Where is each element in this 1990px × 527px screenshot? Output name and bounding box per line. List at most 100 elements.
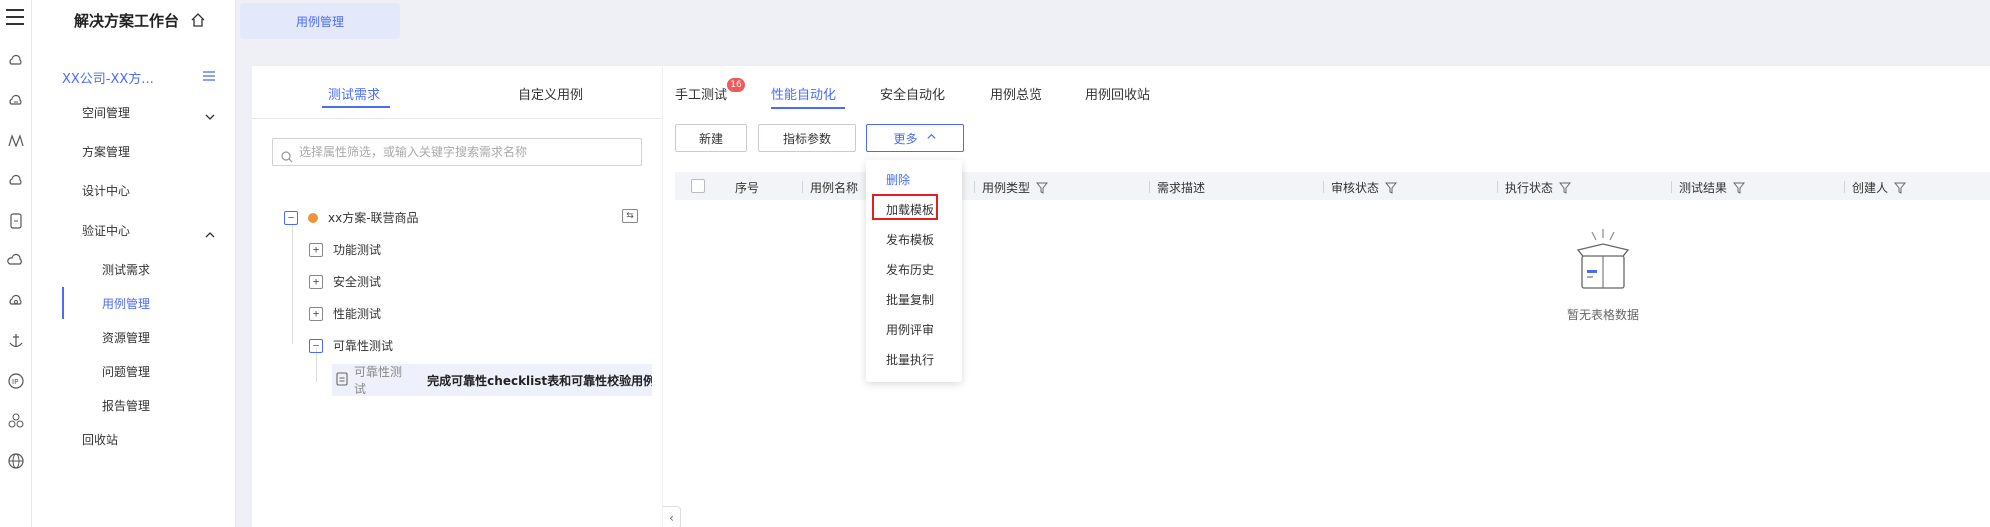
- menu-icon[interactable]: [6, 9, 24, 25]
- status-dot: [308, 212, 318, 223]
- nav-sub-cases[interactable]: 用例管理: [102, 295, 150, 312]
- col-review-status[interactable]: 审核状态: [1323, 179, 1398, 196]
- collapse-panel-button[interactable]: ‹: [663, 506, 681, 527]
- nav-sub-issues[interactable]: 问题管理: [102, 363, 150, 380]
- col-case-type[interactable]: 用例类型: [974, 179, 1049, 196]
- cloud-gear-icon[interactable]: [7, 292, 25, 310]
- tab-case-management[interactable]: 用例管理: [240, 3, 400, 39]
- col-test-result[interactable]: 测试结果: [1671, 179, 1746, 196]
- select-all-checkbox[interactable]: [691, 179, 705, 193]
- tab-case-overview[interactable]: 用例总览: [990, 84, 1042, 103]
- more-label: 更多: [893, 131, 918, 146]
- tab-custom-cases[interactable]: 自定义用例: [518, 84, 583, 103]
- nav-sub-resources[interactable]: 资源管理: [102, 329, 150, 346]
- leaf-title: 完成可靠性checklist表和可靠性校验用例: [427, 373, 652, 388]
- svg-text:IP: IP: [12, 378, 18, 386]
- leaf-tag: 可靠性测试: [354, 365, 403, 396]
- chevron-up-icon: [926, 131, 937, 145]
- cluster-icon[interactable]: [7, 412, 25, 430]
- col-case-name: 用例名称: [802, 179, 858, 196]
- search-icon: [281, 146, 293, 163]
- nav-sub-reports[interactable]: 报告管理: [102, 397, 150, 414]
- tab-case-recycle[interactable]: 用例回收站: [1085, 84, 1150, 103]
- list-icon[interactable]: [202, 68, 216, 82]
- filter-icon: [1036, 182, 1049, 194]
- tree-leaf-selected[interactable]: 可靠性测试 完成可靠性checklist表和可靠性校验用例: [332, 364, 652, 396]
- tree-node-functional[interactable]: + 功能测试: [309, 241, 381, 258]
- tree-node-label: 功能测试: [333, 243, 382, 257]
- menu-item-publish-history[interactable]: 发布历史: [886, 261, 934, 278]
- requirement-search-input[interactable]: 选择属性筛选，或输入关键字搜索需求名称: [272, 138, 642, 166]
- tree-node-label: 安全测试: [333, 275, 382, 289]
- chevron-down-icon[interactable]: [204, 108, 216, 120]
- nav-item-design[interactable]: 设计中心: [82, 182, 130, 199]
- brand-title: 解决方案工作台: [74, 12, 180, 30]
- tab-security-auto[interactable]: 安全自动化: [880, 84, 945, 103]
- chevron-up-icon[interactable]: [204, 226, 216, 238]
- anchor-icon[interactable]: [7, 332, 25, 350]
- nav-item-solution[interactable]: 方案管理: [82, 143, 130, 160]
- empty-box-icon: [1558, 226, 1648, 292]
- new-button[interactable]: 新建: [675, 124, 747, 152]
- tree-line: [292, 224, 293, 344]
- filter-icon: [1559, 182, 1572, 194]
- document-icon: [336, 371, 348, 389]
- tab-performance-auto[interactable]: 性能自动化: [771, 84, 836, 103]
- case-main-panel: 手工测试 16 性能自动化 安全自动化 用例总览 用例回收站 新建 指标参数 更…: [663, 66, 1990, 527]
- tree-node-root[interactable]: − xx方案-联营商品: [284, 209, 419, 226]
- icon-rail: IP: [0, 0, 32, 527]
- collapse-icon[interactable]: −: [284, 210, 298, 225]
- cloud-icon[interactable]: [7, 52, 25, 70]
- document-icon[interactable]: [7, 212, 25, 230]
- tree-node-performance[interactable]: + 性能测试: [309, 305, 381, 322]
- menu-item-case-review[interactable]: 用例评审: [886, 321, 934, 338]
- empty-text: 暂无表格数据: [1566, 308, 1639, 322]
- expand-icon[interactable]: +: [309, 274, 323, 289]
- cloud-icon-2[interactable]: [7, 252, 25, 270]
- menu-item-delete[interactable]: 删除: [886, 171, 910, 188]
- more-dropdown-menu: 删除 加载模板 发布模板 发布历史 批量复制 用例评审 批量执行: [866, 160, 962, 382]
- swap-icon[interactable]: ⇆: [622, 209, 638, 223]
- home-icon[interactable]: [190, 12, 206, 28]
- nav-item-verify[interactable]: 验证中心: [82, 222, 130, 239]
- menu-item-load-template[interactable]: 加载模板: [886, 201, 934, 218]
- filter-icon: [1894, 182, 1907, 194]
- search-placeholder: 选择属性筛选，或输入关键字搜索需求名称: [299, 145, 528, 159]
- tree-node-reliability[interactable]: − 可靠性测试: [309, 337, 393, 354]
- globe-icon[interactable]: [7, 452, 25, 470]
- tree-node-security[interactable]: + 安全测试: [309, 273, 381, 290]
- app-root: IP 解决方案工作台 XX公司-XX方... 空间管理 方案管理 设计中心 验证…: [0, 0, 1990, 527]
- requirement-tree-panel: 测试需求 自定义用例 选择属性筛选，或输入关键字搜索需求名称 − xx方案-联营…: [252, 66, 662, 527]
- org-selector[interactable]: XX公司-XX方...: [62, 68, 154, 87]
- count-badge: 16: [727, 78, 745, 92]
- filter-icon: [1733, 182, 1746, 194]
- tab-underline: [771, 107, 845, 109]
- nav-sub-requirements[interactable]: 测试需求: [102, 261, 150, 278]
- nav-sidebar: 解决方案工作台 XX公司-XX方... 空间管理 方案管理 设计中心 验证中心 …: [32, 0, 236, 527]
- col-index: 序号: [735, 181, 760, 195]
- more-button[interactable]: 更多: [866, 124, 964, 152]
- collapse-icon[interactable]: −: [309, 338, 323, 353]
- nav-item-space[interactable]: 空间管理: [82, 104, 130, 121]
- tab-underline: [322, 106, 390, 108]
- tab-manual-test[interactable]: 手工测试: [675, 84, 727, 103]
- menu-item-batch-copy[interactable]: 批量复制: [886, 291, 934, 308]
- cloud-check-icon[interactable]: [7, 172, 25, 190]
- nav-item-recycle[interactable]: 回收站: [82, 431, 118, 448]
- menu-item-batch-execute[interactable]: 批量执行: [886, 351, 934, 368]
- tree-node-label: 可靠性测试: [333, 339, 394, 353]
- metric-params-button[interactable]: 指标参数: [758, 124, 856, 152]
- tree-node-label: xx方案-联营商品: [328, 211, 419, 225]
- tab-test-requirements[interactable]: 测试需求: [328, 84, 380, 103]
- database-cloud-icon[interactable]: [7, 92, 25, 110]
- divider: [252, 118, 662, 119]
- ip-icon[interactable]: IP: [7, 372, 25, 390]
- active-indicator: [62, 287, 64, 319]
- expand-icon[interactable]: +: [309, 306, 323, 321]
- expand-icon[interactable]: +: [309, 242, 323, 257]
- col-exec-status[interactable]: 执行状态: [1497, 179, 1572, 196]
- wave-icon[interactable]: [7, 132, 25, 150]
- col-creator[interactable]: 创建人: [1844, 179, 1907, 196]
- tree-node-label: 性能测试: [333, 307, 382, 321]
- menu-item-publish-template[interactable]: 发布模板: [886, 231, 934, 248]
